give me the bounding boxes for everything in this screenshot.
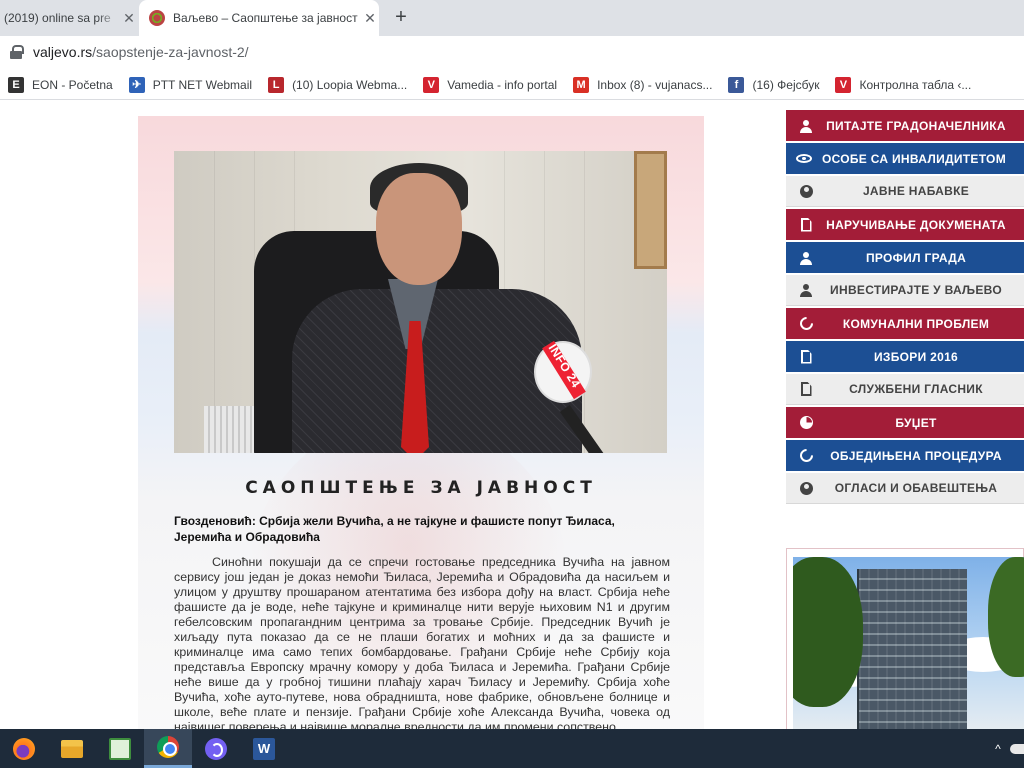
onedrive-cloud-icon[interactable]: [1010, 743, 1024, 754]
tab-close-icon[interactable]: ✕: [120, 10, 138, 27]
bookmark-label: Контролна табла ‹...: [859, 77, 972, 92]
address-bar[interactable]: valjevo.rs/saopstenje-za-javnost-2/: [0, 36, 1024, 70]
browser-tab-1[interactable]: (2019) online sa pre ✕: [0, 0, 138, 36]
sidebar-button[interactable]: ОБЈЕДИЊЕНА ПРОЦЕДУРА: [786, 440, 1024, 471]
browser-tab-2[interactable]: Ваљево – Саопштење за јавност ✕: [139, 0, 379, 36]
sidebar-button-label: ИЗБОРИ 2016: [873, 349, 959, 364]
bookmark-label: (16) Фејсбук: [752, 77, 820, 92]
bookmark-item[interactable]: ✈ PTT NET Webmail: [128, 76, 253, 93]
sidebar-button-label: ИНВЕСТИРАЈТЕ У ВАЉЕВО: [830, 283, 1002, 297]
globe-icon: [799, 184, 813, 198]
bookmark-item[interactable]: V Контролна табла ‹...: [835, 76, 972, 93]
windows-taskbar: W ^: [0, 729, 1024, 768]
sidebar-menu: ПИТАЈТЕ ГРАДОНАЧЕЛНИКА ОСОБЕ СА ИНВАЛИДИТ…: [786, 110, 1024, 506]
taskbar-word[interactable]: W: [240, 729, 288, 768]
person-icon: [800, 284, 812, 297]
facebook-icon: f: [728, 76, 745, 93]
document-icon: [800, 217, 812, 232]
bookmark-item[interactable]: V Vamedia - info portal: [423, 76, 558, 93]
tab-title: Ваљево – Саопштење за јавност: [173, 11, 358, 25]
bookmark-item[interactable]: f (16) Фејсбук: [728, 76, 820, 93]
person-icon: [800, 251, 812, 265]
bookmark-label: Vamedia - info portal: [447, 77, 558, 92]
sidebar-button[interactable]: ОСОБЕ СА ИНВАЛИДИТЕТОМ: [786, 143, 1024, 174]
url-path: /saopstenje-za-javnost-2/: [92, 44, 249, 60]
sidebar-button[interactable]: ИНВЕСТИРАЈТЕ У ВАЉЕВО: [786, 275, 1024, 306]
city-photo-box: [786, 548, 1024, 729]
page-viewport: INFO 24 САОПШТЕЊЕ ЗА ЈАВНОСТ Гвозденовић…: [0, 101, 1024, 729]
bookmark-label: (10) Loopia Webma...: [292, 77, 408, 92]
article: INFO 24 САОПШТЕЊЕ ЗА ЈАВНОСТ Гвозденовић…: [138, 116, 704, 729]
chrome-icon: [157, 736, 179, 758]
article-title: САОПШТЕЊЕ ЗА ЈАВНОСТ: [245, 478, 597, 498]
sidebar-button-label: НАРУЧИВАЊЕ ДОКУМЕНАТА: [826, 217, 1006, 232]
taskbar-notepad[interactable]: [96, 729, 144, 768]
sidebar-button[interactable]: ЈАВНЕ НАБАВКЕ: [786, 176, 1024, 207]
tab-close-icon[interactable]: ✕: [361, 10, 379, 27]
document-icon: [800, 382, 812, 396]
taskbar-firefox[interactable]: [0, 729, 48, 768]
sidebar-button-label: КОМУНАЛНИ ПРОБЛЕМ: [842, 316, 990, 331]
sidebar-button-label: ПИТАЈТЕ ГРАДОНАЧЕЛНИКА: [826, 118, 1006, 133]
eye-icon: [795, 154, 812, 163]
lock-icon[interactable]: [10, 45, 24, 59]
sidebar-button-label: БУЏЕТ: [895, 415, 937, 430]
vamedia-icon: V: [423, 76, 440, 93]
sidebar-button[interactable]: БУЏЕТ: [786, 407, 1024, 438]
tray-chevron-up-icon[interactable]: ^: [986, 742, 1010, 756]
tab-strip: (2019) online sa pre ✕ Ваљево – Саопштењ…: [0, 0, 1024, 36]
person-icon: [800, 119, 812, 133]
globe-icon: [799, 481, 813, 495]
file-explorer-icon: [61, 739, 83, 758]
sidebar-button-label: СЛУЖБЕНИ ГЛАСНИК: [849, 382, 983, 396]
bookmarks-bar: E EON - Početna ✈ PTT NET Webmail L (10) Loop…: [0, 70, 1024, 100]
article-photo: INFO 24: [174, 151, 667, 453]
notepad-icon: [109, 737, 131, 760]
sidebar-button[interactable]: ПРОФИЛ ГРАДА: [786, 242, 1024, 273]
new-tab-button[interactable]: +: [390, 6, 412, 29]
url-text[interactable]: valjevo.rs/saopstenje-za-javnost-2/: [33, 44, 249, 60]
system-tray: ^: [986, 729, 1024, 768]
firefox-icon: [13, 737, 35, 760]
refresh-icon: [796, 446, 816, 465]
sidebar-button-label: ОГЛАСИ И ОБАВЕШТЕЊА: [834, 481, 998, 495]
pie-chart-icon: [799, 416, 813, 429]
valjevo-favicon-icon: [149, 10, 165, 26]
bookmark-item[interactable]: M Inbox (8) - vujanacs...: [573, 76, 713, 93]
loopia-icon: L: [268, 76, 285, 93]
url-host: valjevo.rs: [33, 44, 93, 60]
document-icon: [800, 349, 812, 364]
sidebar-button[interactable]: НАРУЧИВАЊЕ ДОКУМЕНАТА: [786, 209, 1024, 240]
bookmark-label: PTT NET Webmail: [152, 77, 253, 92]
sidebar-button[interactable]: ОГЛАСИ И ОБАВЕШТЕЊА: [786, 473, 1024, 504]
sidebar-button-label: ЈАВНЕ НАБАВКЕ: [862, 184, 970, 198]
eon-icon: E: [8, 76, 24, 93]
ptt-icon: ✈: [128, 76, 145, 93]
city-building-photo[interactable]: [793, 557, 1024, 729]
sidebar-button-label: ПРОФИЛ ГРАДА: [865, 250, 967, 265]
sidebar-button[interactable]: СЛУЖБЕНИ ГЛАСНИК: [786, 374, 1024, 405]
sidebar-button[interactable]: ИЗБОРИ 2016: [786, 341, 1024, 372]
gmail-icon: M: [573, 76, 590, 93]
taskbar-file-explorer[interactable]: [48, 729, 96, 768]
viber-icon: [205, 737, 227, 760]
bookmark-label: Inbox (8) - vujanacs...: [597, 77, 713, 92]
article-subtitle: Гвозденовић: Србија жели Вучића, а не та…: [174, 514, 615, 544]
refresh-icon: [796, 314, 816, 333]
sidebar-button[interactable]: КОМУНАЛНИ ПРОБЛЕМ: [786, 308, 1024, 339]
sidebar-button[interactable]: ПИТАЈТЕ ГРАДОНАЧЕЛНИКА: [786, 110, 1024, 141]
sidebar-button-label: ОСОБЕ СА ИНВАЛИДИТЕТОМ: [821, 151, 1006, 166]
article-body: Синоћни покушаји да се спречи гостовање …: [174, 555, 670, 729]
sidebar-button-label: ОБЈЕДИЊЕНА ПРОЦЕДУРА: [830, 448, 1002, 463]
tab-title: (2019) online sa pre: [4, 11, 111, 25]
taskbar-chrome[interactable]: [144, 729, 192, 768]
word-icon: W: [253, 737, 275, 760]
bookmark-item[interactable]: L (10) Loopia Webma...: [268, 76, 408, 93]
vamedia-icon: V: [835, 76, 852, 93]
bookmark-item[interactable]: E EON - Početna: [8, 76, 113, 93]
bookmark-label: EON - Početna: [32, 77, 113, 92]
taskbar-viber[interactable]: [192, 729, 240, 768]
